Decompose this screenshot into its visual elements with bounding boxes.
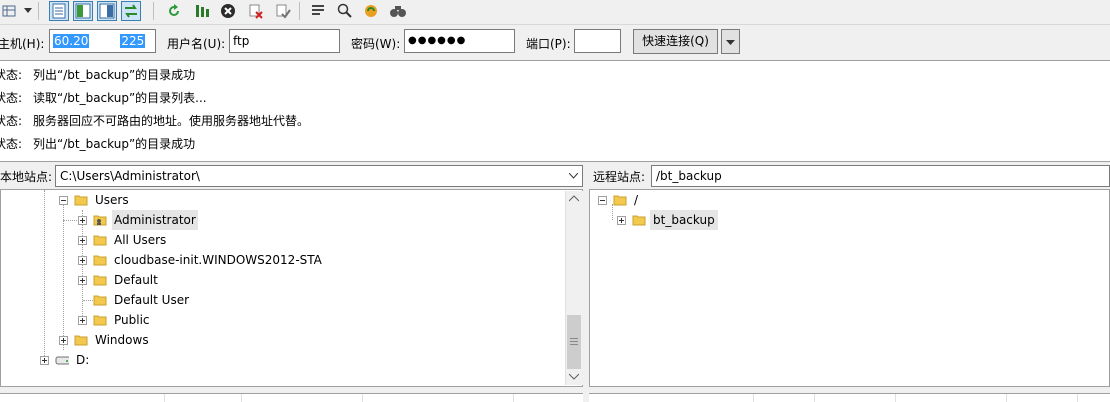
tree-node-default-user[interactable]: Default User	[1, 290, 561, 310]
local-path-value: C:\Users\Administrator\	[60, 169, 200, 183]
site-manager-icon[interactable]	[0, 1, 20, 21]
tree-node-all-users[interactable]: All Users	[1, 230, 561, 250]
remote-directory-tree[interactable]: / bt_backup	[589, 189, 1110, 387]
tree-node-bt-backup[interactable]: bt_backup	[590, 210, 1090, 230]
folder-icon	[632, 215, 646, 226]
remote-path-value: /bt_backup	[656, 169, 722, 183]
host-label: 主机(H):	[0, 37, 45, 51]
process-queue-icon[interactable]	[192, 1, 212, 21]
folder-icon	[613, 195, 627, 206]
user-folder-icon	[93, 215, 107, 226]
chevron-down-icon	[726, 40, 735, 45]
scroll-down-icon	[569, 373, 579, 380]
tree-node-public[interactable]: Public	[1, 310, 561, 330]
toggle-log-icon[interactable]	[49, 1, 69, 21]
quickconnect-button[interactable]: 快速连接(Q)	[633, 29, 718, 54]
message-log: 状态: 列出“/bt_backup”的目录成功 状态: 读取“/bt_backup”…	[0, 61, 1110, 162]
host-value-redaction	[89, 34, 121, 49]
quickconnect-bar: 主机(H): 60.20 225 用户名(U): ftp 密码(W): ●●●●●…	[0, 26, 1110, 61]
local-site-bar: 本地站点: C:\Users\Administrator\	[0, 164, 583, 188]
password-input[interactable]: ●●●●●●	[404, 29, 515, 53]
compare-directories-icon[interactable]	[335, 1, 355, 21]
host-value-part1: 60.20	[53, 34, 90, 48]
username-input[interactable]: ftp	[229, 29, 340, 53]
site-manager-dropdown-icon[interactable]	[22, 1, 34, 21]
tree-node-cloudbase[interactable]: cloudbase-init.WINDOWS2012-STA	[1, 250, 561, 270]
cancel-operation-icon[interactable]	[218, 1, 238, 21]
tree-node-d-drive[interactable]: D:	[1, 350, 561, 370]
tree-node-users[interactable]: Users	[1, 190, 561, 210]
tree-node-default[interactable]: Default	[1, 270, 561, 290]
folder-icon	[93, 235, 107, 246]
refresh-icon[interactable]	[164, 1, 184, 21]
search-remote-icon[interactable]	[388, 1, 408, 21]
username-label: 用户名(U):	[167, 37, 226, 51]
port-label: 端口(P):	[526, 37, 571, 51]
tree-node-administrator[interactable]: Administrator	[1, 210, 561, 230]
local-path-combobox[interactable]: C:\Users\Administrator\	[55, 165, 583, 187]
chevron-down-icon	[569, 173, 578, 179]
tree-node-windows[interactable]: Windows	[1, 330, 561, 350]
tree-node-root[interactable]: /	[590, 190, 1090, 210]
folder-icon	[74, 195, 88, 206]
toggle-remote-tree-icon[interactable]	[97, 1, 117, 21]
folder-icon	[93, 295, 107, 306]
folder-icon	[93, 275, 107, 286]
password-label: 密码(W):	[351, 37, 401, 51]
disconnect-icon[interactable]	[246, 1, 266, 21]
folder-icon	[93, 315, 107, 326]
folder-icon	[74, 335, 88, 346]
drive-icon	[55, 356, 69, 365]
reconnect-icon[interactable]	[273, 1, 293, 21]
host-input[interactable]: 60.20 225	[49, 29, 156, 53]
scroll-up-icon	[569, 195, 579, 202]
toggle-local-tree-icon[interactable]	[73, 1, 93, 21]
filter-icon[interactable]	[308, 1, 328, 21]
local-site-label: 本地站点:	[0, 170, 53, 184]
local-directory-tree[interactable]: Users Administrator All Users cloudbase-…	[0, 189, 583, 387]
port-input[interactable]	[574, 29, 621, 53]
grip-icon	[570, 338, 578, 345]
remote-path-combobox[interactable]: /bt_backup	[651, 165, 1110, 187]
local-tree-scrollbar[interactable]	[565, 191, 583, 385]
sync-browsing-icon[interactable]	[361, 1, 381, 21]
remote-site-bar: 远程站点: /bt_backup	[589, 164, 1110, 188]
toggle-transfer-queue-icon[interactable]	[121, 1, 141, 21]
scrollbar-thumb[interactable]	[567, 315, 581, 369]
quickconnect-history-dropdown[interactable]	[721, 29, 740, 54]
remote-site-label: 远程站点:	[593, 170, 646, 184]
toolbar	[0, 0, 1110, 25]
folder-icon	[93, 255, 107, 266]
host-value-part2: 225	[120, 34, 146, 48]
